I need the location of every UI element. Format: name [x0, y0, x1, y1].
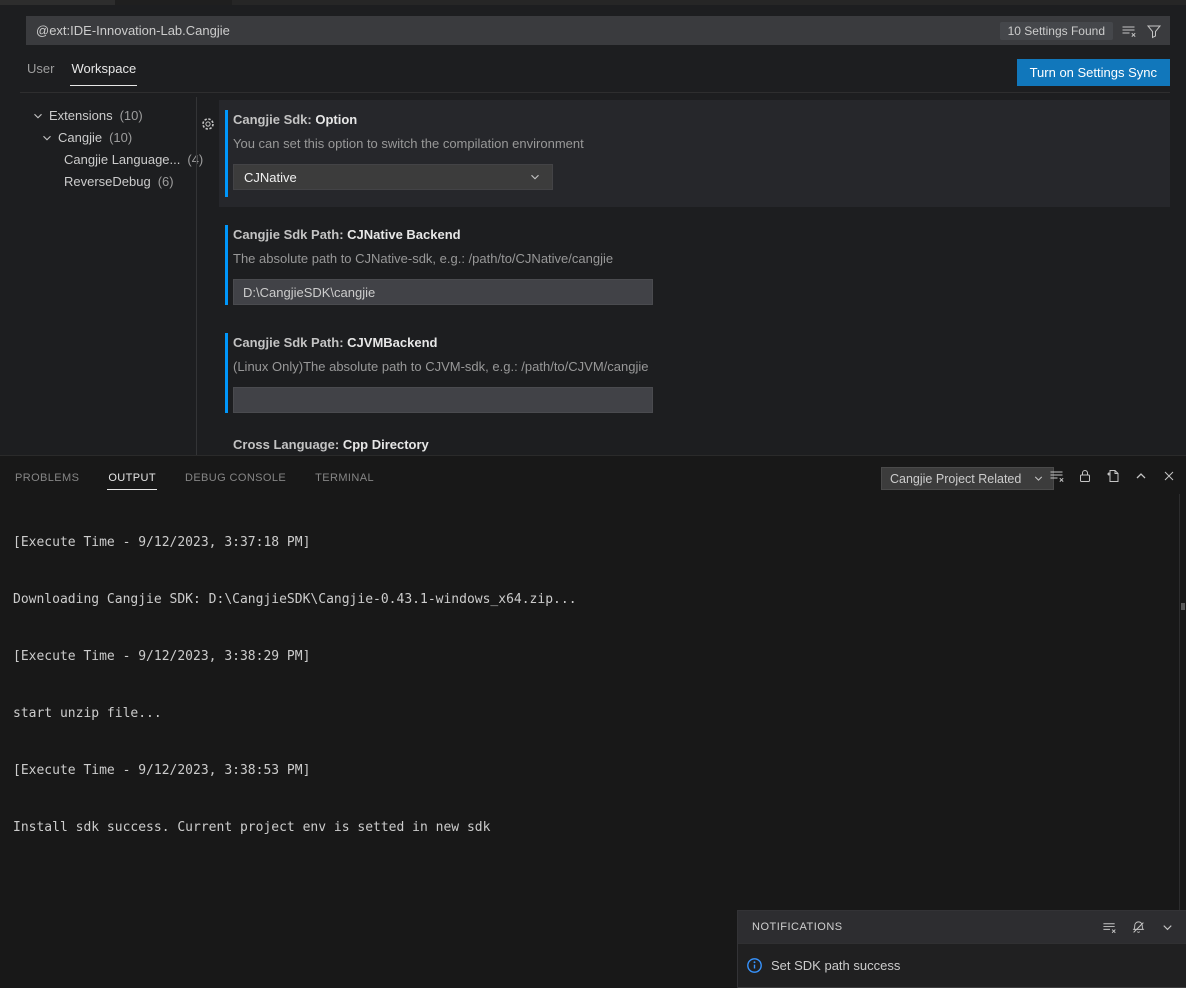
setting-category: Cross Language:: [233, 437, 339, 452]
setting-name: CJVMBackend: [347, 335, 437, 350]
notification-message: Set SDK path success: [771, 958, 900, 973]
toc-label: Extensions: [49, 105, 113, 127]
notification-item[interactable]: Set SDK path success: [738, 943, 1186, 988]
toc-label: Cangjie Language...: [64, 149, 180, 171]
modified-indicator: [225, 110, 228, 197]
settings-search-box[interactable]: 10 Settings Found: [26, 16, 1170, 45]
collapse-notifications-icon[interactable]: [1158, 918, 1176, 936]
modified-indicator: [225, 333, 228, 413]
setting-name: Option: [315, 112, 357, 127]
toc-count: (10): [109, 127, 132, 149]
cjvm-path-input[interactable]: [233, 387, 653, 413]
do-not-disturb-icon[interactable]: [1129, 918, 1147, 936]
output-line: [Execute Time - 9/12/2023, 3:37:18 PM]: [13, 533, 1166, 552]
maximize-panel-icon[interactable]: [1132, 467, 1150, 485]
setting-title: Cross Language: Cpp Directory: [233, 437, 1170, 452]
toc-item-extensions[interactable]: Extensions (10): [31, 105, 143, 127]
bottom-panel: PROBLEMS OUTPUT DEBUG CONSOLE TERMINAL C…: [0, 455, 1186, 988]
settings-count-badge: 10 Settings Found: [1000, 22, 1113, 40]
chevron-down-icon: [31, 109, 45, 123]
toc-count: (6): [158, 171, 174, 193]
tab-debug-console[interactable]: DEBUG CONSOLE: [184, 461, 287, 489]
info-icon: [746, 957, 763, 974]
tab-workspace[interactable]: Workspace: [70, 55, 137, 86]
notifications-actions: [1100, 918, 1176, 936]
setting-row-cjnative-path: Cangjie Sdk Path: CJNative Backend The a…: [219, 215, 1170, 315]
tab-terminal[interactable]: TERMINAL: [314, 461, 375, 489]
toc-label: Cangjie: [58, 127, 102, 149]
open-log-file-icon[interactable]: [1104, 467, 1122, 485]
tab-user[interactable]: User: [26, 55, 55, 85]
setting-description: You can set this option to switch the co…: [233, 136, 1170, 151]
setting-category: Cangjie Sdk:: [233, 112, 312, 127]
clear-output-icon[interactable]: [1048, 467, 1066, 485]
toc-item-reversedebug[interactable]: ReverseDebug (6): [64, 171, 174, 193]
panel-tabs: PROBLEMS OUTPUT DEBUG CONSOLE TERMINAL: [14, 456, 375, 494]
setting-title: Cangjie Sdk Path: CJNative Backend: [233, 227, 1170, 242]
toc-separator[interactable]: [196, 97, 197, 460]
toc-item-cangjie-language[interactable]: Cangjie Language... (4): [64, 149, 203, 171]
output-channel-select[interactable]: Cangjie Project Related: [881, 467, 1054, 490]
chevron-down-icon: [1032, 472, 1045, 485]
settings-editor: 10 Settings Found User Workspace Turn on…: [0, 5, 1186, 455]
toc-count: (10): [120, 105, 143, 127]
output-log: [Execute Time - 9/12/2023, 3:37:18 PM] D…: [13, 495, 1166, 875]
notifications-panel: NOTIFICATIONS Set SDK path success: [737, 910, 1186, 988]
setting-category: Cangjie Sdk Path:: [233, 227, 344, 242]
settings-sync-button[interactable]: Turn on Settings Sync: [1017, 59, 1170, 86]
header-divider: [20, 92, 1170, 93]
channel-value: Cangjie Project Related: [890, 472, 1021, 486]
lock-icon[interactable]: [1076, 467, 1094, 485]
scrollbar-thumb[interactable]: [1181, 603, 1185, 610]
setting-gear-icon[interactable]: [200, 116, 216, 132]
cjnative-path-input[interactable]: [233, 279, 653, 305]
setting-row-sdk-option: Cangjie Sdk: Option You can set this opt…: [219, 100, 1170, 207]
output-line: [Execute Time - 9/12/2023, 3:38:29 PM]: [13, 647, 1166, 666]
close-panel-icon[interactable]: [1160, 467, 1178, 485]
clear-filter-icon[interactable]: [1120, 22, 1138, 40]
panel-actions: [1048, 467, 1178, 485]
filter-icon[interactable]: [1145, 22, 1163, 40]
output-line: Downloading Cangjie SDK: D:\CangjieSDK\C…: [13, 590, 1166, 609]
output-line: start unzip file...: [13, 704, 1166, 723]
clear-all-notifications-icon[interactable]: [1100, 918, 1118, 936]
tab-output[interactable]: OUTPUT: [107, 461, 157, 490]
settings-scope-tabs: User Workspace: [26, 55, 137, 91]
chevron-down-icon: [528, 170, 542, 184]
setting-title: Cangjie Sdk Path: CJVMBackend: [233, 335, 1170, 350]
output-line: [Execute Time - 9/12/2023, 3:38:53 PM]: [13, 761, 1166, 780]
setting-title: Cangjie Sdk: Option: [233, 112, 1170, 127]
toc-label: ReverseDebug: [64, 171, 151, 193]
setting-category: Cangjie Sdk Path:: [233, 335, 344, 350]
notifications-header: NOTIFICATIONS: [738, 911, 1186, 943]
settings-search-input[interactable]: [36, 23, 993, 38]
chevron-down-icon: [40, 131, 54, 145]
select-value: CJNative: [244, 170, 297, 185]
setting-row-cjvm-path: Cangjie Sdk Path: CJVMBackend (Linux Onl…: [219, 323, 1170, 423]
toc-item-cangjie[interactable]: Cangjie (10): [40, 127, 132, 149]
setting-name: CJNative Backend: [347, 227, 460, 242]
notifications-title: NOTIFICATIONS: [752, 921, 1100, 933]
output-line: Install sdk success. Current project env…: [13, 818, 1166, 837]
setting-description: (Linux Only)The absolute path to CJVM-sd…: [233, 359, 1170, 374]
setting-description: The absolute path to CJNative-sdk, e.g.:…: [233, 251, 1170, 266]
setting-row-cpp-directory: Cross Language: Cpp Directory: [219, 431, 1170, 455]
modified-indicator: [225, 225, 228, 305]
tab-problems[interactable]: PROBLEMS: [14, 461, 80, 489]
settings-toc: Extensions (10) Cangjie (10) Cangjie Lan…: [0, 101, 196, 455]
setting-name: Cpp Directory: [343, 437, 429, 452]
sdk-option-select[interactable]: CJNative: [233, 164, 553, 190]
